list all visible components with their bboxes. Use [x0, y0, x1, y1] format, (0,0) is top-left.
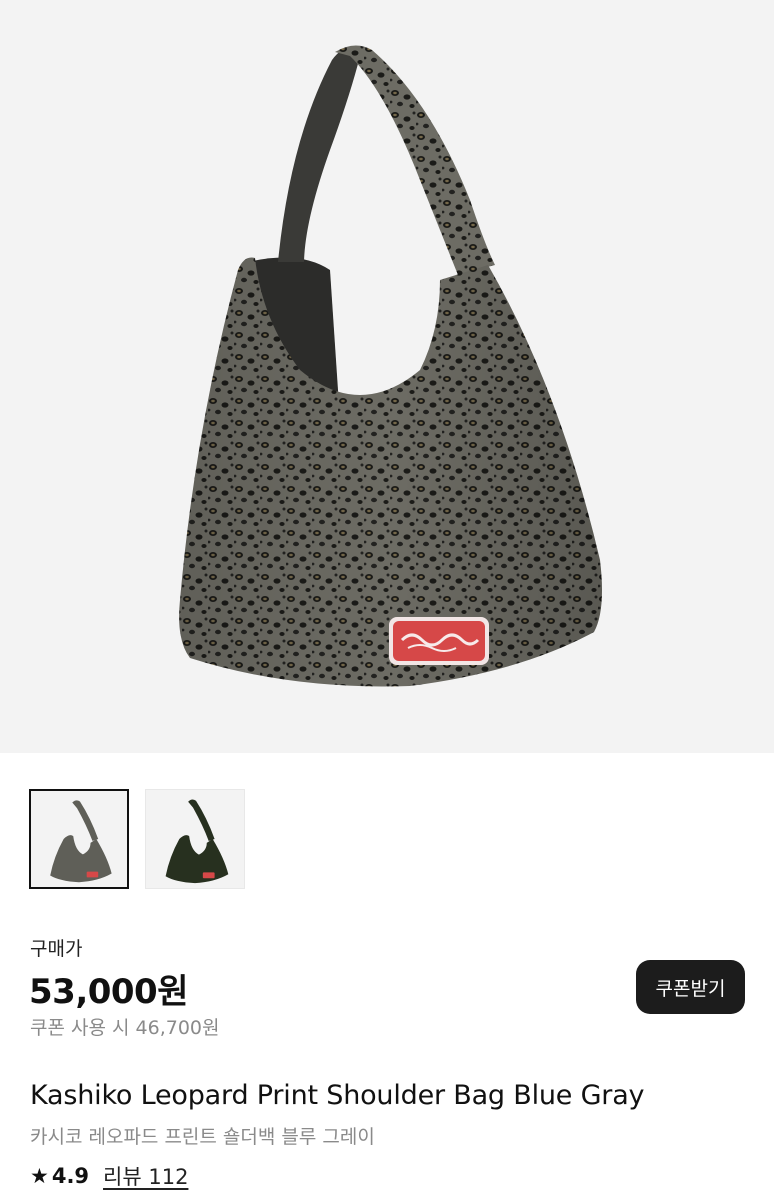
thumbnail-khaki[interactable]: [145, 789, 245, 889]
thumbnail-blue-gray[interactable]: [29, 789, 129, 889]
price: 53,000원: [29, 972, 188, 1012]
brand-patch: [389, 617, 489, 665]
product-name-ko: 카시코 레오파드 프린트 숄더백 블루 그레이: [30, 1126, 375, 1148]
thumbnail-list: [29, 789, 245, 889]
star-icon: ★: [30, 1164, 49, 1188]
coupon-button[interactable]: 쿠폰받기: [636, 960, 745, 1014]
thumbnail-bag-image: [165, 799, 229, 884]
coupon-price: 쿠폰 사용 시 46,700원: [30, 1017, 220, 1039]
product-name-en: Kashiko Leopard Print Shoulder Bag Blue …: [30, 1080, 645, 1111]
price-label: 구매가: [30, 938, 83, 960]
rating-value: 4.9: [51, 1164, 90, 1188]
thumbnail-bag-image: [50, 800, 112, 883]
product-image[interactable]: [0, 0, 774, 753]
rating-row: ★ 4.9 리뷰 112: [30, 1161, 188, 1191]
bag-image: [179, 45, 602, 687]
review-link[interactable]: 리뷰 112: [103, 1161, 188, 1191]
